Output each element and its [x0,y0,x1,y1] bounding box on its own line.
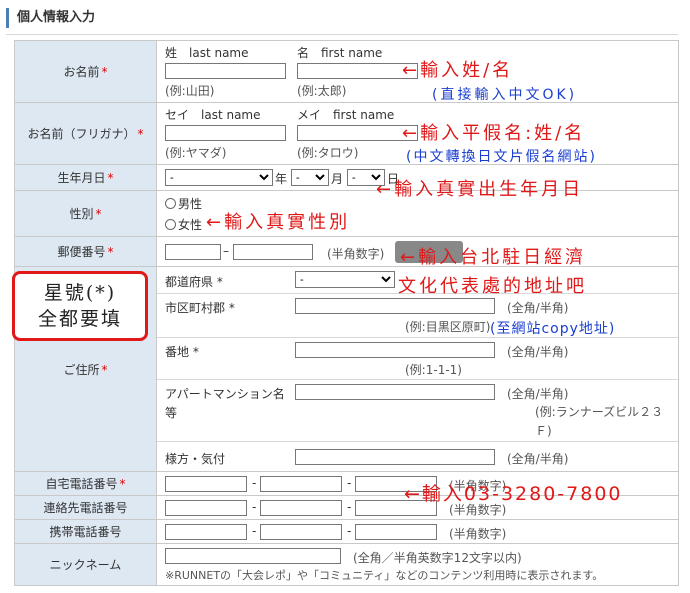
street-label: 番地 * [165,345,199,359]
birth-year-select[interactable]: - [165,169,273,186]
year-unit: 年 [275,172,288,186]
contact-phone-area-input[interactable] [165,500,247,516]
label-home-phone: 自宅電話番号 * [14,471,157,496]
first-name-heading: 名 first name [297,46,383,60]
row-nickname: ニックネーム (全角／半角英数字12文字以内) ※RUNNETの「大会レポ」や「… [14,543,679,586]
callout-line-2: 全都要填 [37,308,122,330]
label-birthday: 生年月日 * [14,164,157,191]
postal-separator: – [223,244,229,258]
mobile-phone-last-input[interactable] [355,524,437,540]
annotation-name: ←輸入姓/名 [402,60,514,81]
gender-option-male[interactable]: 男性 [165,195,202,212]
last-name-input[interactable] [165,63,286,79]
last-kana-example: (例:ヤマダ) [165,146,227,160]
nickname-description: ※RUNNETの「大会レポ」や「コミュニティ」などのコンテンツ利用時に表示されま… [165,569,604,582]
city-example: (例:目黒区原町) [405,320,491,334]
callout-line-1: 星號(*) [43,282,117,304]
home-phone-middle-input[interactable] [260,476,342,492]
phone-separator: - [252,524,257,538]
phone-separator: - [347,500,352,514]
first-kana-example: (例:タロウ) [297,146,359,160]
mobile-phone-middle-input[interactable] [260,524,342,540]
first-name-input[interactable] [297,63,418,79]
birth-month-select[interactable]: - [291,169,329,186]
postal-code-second-input[interactable] [233,244,313,260]
street-input[interactable] [295,342,495,358]
city-label: 市区町村郡 * [165,301,235,315]
nickname-input[interactable] [165,548,341,564]
prefecture-select[interactable]: - [295,271,395,288]
building-input[interactable] [295,384,495,400]
last-kana-heading: セイ last name [165,108,261,122]
last-kana-input[interactable] [165,125,286,141]
street-example: (例:1-1-1) [405,363,462,377]
label-mobile-phone: 携帯電話番号 [14,519,157,544]
annotation-phone: ←輸入03-3280-7800 [404,483,623,505]
home-phone-area-input[interactable] [165,476,247,492]
phone-separator: - [347,476,352,490]
mobile-phone-note: (半角数字) [449,527,507,541]
row-name: お名前 * 姓 last name 名 first name (例:山田) (例:… [14,40,679,103]
label-nickname: ニックネーム [14,543,157,586]
annotation-furigana: ←輸入平假名:姓/名 [402,123,586,144]
city-input[interactable] [295,298,495,314]
gender-option-female[interactable]: 女性 [165,216,202,233]
first-kana-input[interactable] [297,125,418,141]
annotation-furigana-sub: (中文轉換日文片假名網站) [406,149,597,165]
first-name-example: (例:太郎) [297,84,347,98]
label-gender: 性別 * [14,190,157,237]
last-name-heading: 姓 last name [165,46,249,60]
street-row: 番地 * (全角/半角) (例:1-1-1) [157,337,678,380]
phone-separator: - [252,476,257,490]
label-contact-phone: 連絡先電話番号 [14,495,157,520]
row-mobile-phone: 携帯電話番号 - - (半角数字) [14,519,679,544]
annotation-address-sub: (至網站copy地址) [490,321,616,337]
mobile-phone-area-input[interactable] [165,524,247,540]
building-row: アパートマンション名等 (全角/半角) (例:ランナーズビル２３Ｆ) [157,379,678,442]
annotation-gender: ←輸入真實性別 [206,212,351,233]
postal-code-first-input[interactable] [165,244,221,260]
radio-male[interactable] [165,198,176,209]
phone-separator: - [347,524,352,538]
annotation-address-2: 文化代表處的地址吧 [398,276,587,297]
section-title: 個人情報入力 [6,8,95,28]
street-note: (全角/半角) [507,345,569,359]
city-note: (全角/半角) [507,301,569,315]
contact-phone-middle-input[interactable] [260,500,342,516]
building-label: アパートマンション名等 [165,387,285,420]
label-name: お名前 * [14,40,157,103]
required-fields-callout: 星號(*) 全都要填 [12,271,148,341]
care-of-label: 様方・気付 [165,452,226,466]
annotation-address-1: ←輸入台北駐日經濟 [400,247,587,268]
month-unit: 月 [331,172,344,186]
nickname-note: (全角／半角英数字12文字以内) [353,551,522,565]
label-furigana: お名前（フリガナ） * [14,102,157,165]
radio-female[interactable] [165,219,176,230]
last-name-example: (例:山田) [165,84,215,98]
prefecture-label: 都道府県 * [165,275,223,289]
care-of-row: 様方・気付 (全角/半角) [157,441,678,472]
first-kana-heading: メイ first name [297,108,395,122]
postal-note: (半角数字) [327,247,385,261]
care-of-note: (全角/半角) [507,452,569,466]
annotation-name-sub: (直接輸入中文OK) [432,87,578,103]
divider [6,34,678,35]
care-of-input[interactable] [295,449,495,465]
building-example: (例:ランナーズビル２３Ｆ) [535,405,664,438]
annotation-birthday: ←輸入真實出生年月日 [376,179,584,200]
building-note: (全角/半角) [507,387,569,401]
label-postal: 郵便番号 * [14,236,157,267]
phone-separator: - [252,500,257,514]
